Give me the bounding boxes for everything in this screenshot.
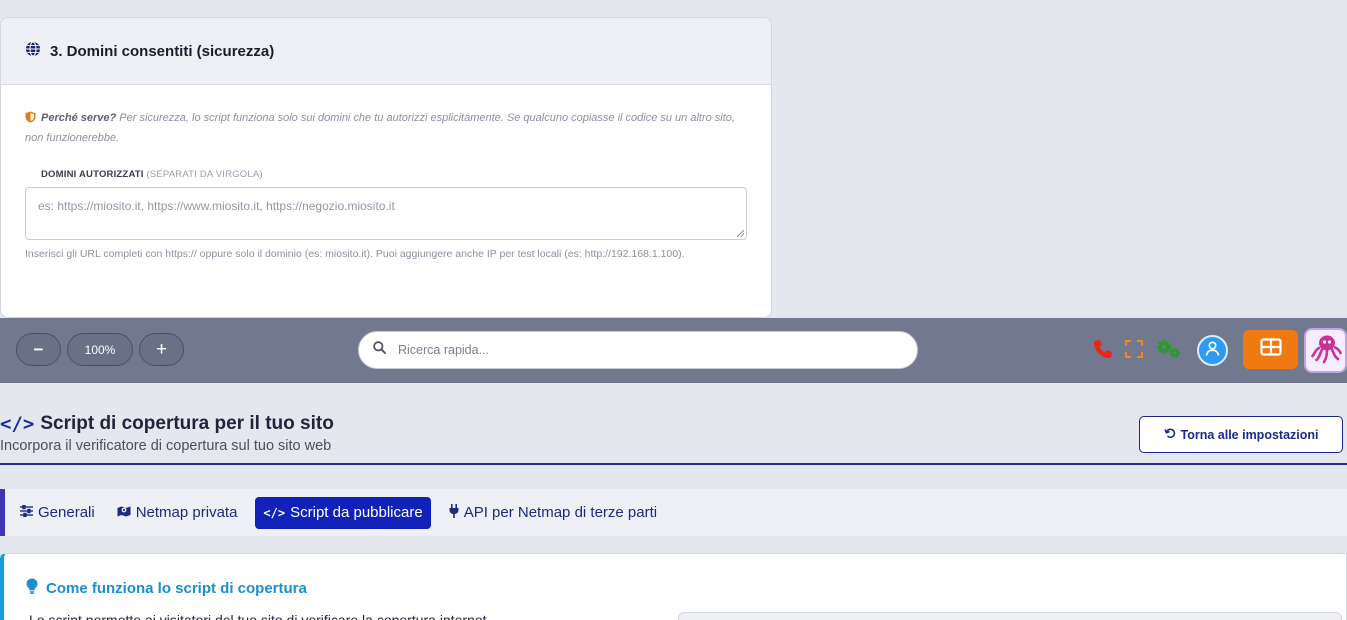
user-icon — [1204, 340, 1221, 362]
gears-icon[interactable] — [1154, 337, 1184, 361]
domains-card-title: 3. Domini consentiti (sicurezza) — [50, 42, 275, 60]
resize-grip-icon[interactable] — [737, 230, 744, 237]
page-header: </> Script di copertura per il tuo sito … — [0, 383, 1347, 465]
domains-card: 3. Domini consentiti (sicurezza) Perché … — [0, 17, 772, 318]
domains-help-text: Inserisci gli URL completi con https:// … — [25, 248, 685, 260]
search-icon — [373, 341, 386, 359]
phone-icon[interactable] — [1091, 337, 1115, 361]
info-card-title: Come funziona lo script di copertura — [26, 578, 307, 598]
domains-field-label-sub: (SEPARATI DA VIRGOLA) — [146, 169, 263, 180]
back-to-settings-button[interactable]: Torna alle impostazioni — [1139, 416, 1343, 453]
code-icon: </> — [263, 505, 286, 520]
domains-field-label: DOMINI AUTORIZZATI (SEPARATI DA VIRGOLA) — [41, 169, 263, 180]
page-subtitle: Incorpora il verificatore di copertura s… — [0, 438, 332, 454]
map-icon — [117, 504, 131, 521]
grid-icon — [1259, 338, 1282, 361]
globe-icon — [25, 40, 41, 62]
zoom-in-button[interactable]: + — [139, 333, 184, 366]
quick-search[interactable] — [358, 331, 918, 369]
bottom-toolbar: − 100% + — [0, 318, 1347, 383]
zoom-out-button[interactable]: − — [16, 333, 61, 366]
fullscreen-icon[interactable] — [1122, 337, 1146, 361]
apps-grid-button[interactable] — [1243, 330, 1298, 369]
tab-api-netmap-terze-parti[interactable]: API per Netmap di terze parti — [445, 497, 661, 529]
domains-textarea-placeholder: es: https://miosito.it, https://www.mios… — [38, 199, 395, 213]
why-label: Perché serve? — [41, 112, 117, 124]
user-avatar-button[interactable] — [1197, 335, 1228, 366]
info-card: Come funziona lo script di copertura Lo … — [0, 553, 1347, 620]
zoom-level-button[interactable]: 100% — [67, 333, 133, 366]
domains-card-header: 3. Domini consentiti (sicurezza) — [1, 18, 771, 85]
why-note: Perché serve? Per sicurezza, lo script f… — [25, 109, 747, 147]
octopus-mascot-icon — [1310, 332, 1342, 369]
info-card-text: Lo script permette ai visitatori del tuo… — [29, 612, 487, 620]
code-preview-box — [678, 612, 1342, 620]
tab-netmap-privata[interactable]: Netmap privata — [113, 497, 242, 529]
why-text: Per sicurezza, lo script funziona solo s… — [25, 112, 735, 144]
lightbulb-icon — [26, 578, 38, 598]
search-input[interactable] — [398, 343, 878, 357]
page-title: </> Script di copertura per il tuo sito — [0, 413, 334, 435]
domains-textarea[interactable]: es: https://miosito.it, https://www.mios… — [25, 187, 747, 240]
assistant-mascot-button[interactable] — [1304, 328, 1347, 373]
shield-icon — [25, 111, 36, 129]
tab-script-da-pubblicare[interactable]: </> Script da pubblicare — [255, 496, 431, 529]
undo-icon — [1163, 427, 1176, 442]
code-icon: </> — [0, 413, 35, 435]
sliders-icon — [20, 504, 33, 521]
tab-generali[interactable]: Generali — [16, 497, 99, 529]
tab-bar: Generali Netmap privata </> Script da pu… — [0, 489, 1347, 536]
plug-icon — [449, 503, 459, 522]
